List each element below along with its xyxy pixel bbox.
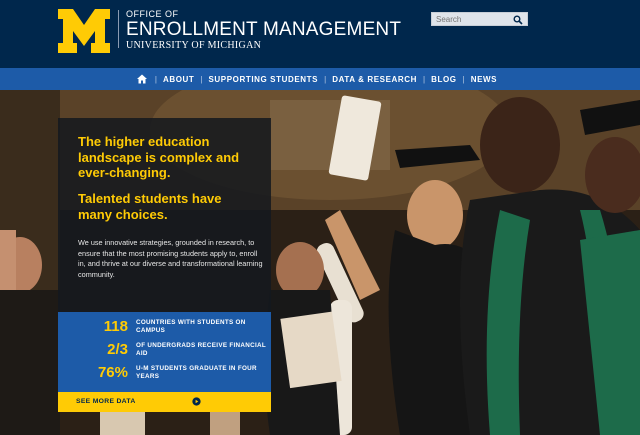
hero-banner: The higher education landscape is comple…: [0, 90, 640, 435]
search-input[interactable]: [436, 14, 510, 25]
hero-subheadline: Talented students have many choices.: [78, 191, 222, 222]
nav-supporting-students[interactable]: SUPPORTING STUDENTS: [202, 75, 324, 84]
stat-value: 118: [103, 318, 128, 335]
stat-label: OF UNDERGRADS RECEIVE FINANCIAL AID: [136, 342, 266, 357]
nav-blog[interactable]: BLOG: [425, 75, 463, 84]
nav-news[interactable]: NEWS: [465, 75, 503, 84]
block-m-logo[interactable]: [58, 9, 110, 53]
site-header: OFFICE OF ENROLLMENT MANAGEMENT UNIVERSI…: [0, 0, 640, 68]
stat-value: 76%: [97, 364, 128, 381]
stat-item: 76% U-M STUDENTS GRADUATE IN FOUR YEARS: [58, 362, 271, 384]
brand-university: UNIVERSITY OF MICHIGAN: [126, 40, 262, 51]
brand-name: ENROLLMENT MANAGEMENT: [126, 19, 402, 40]
arrow-circle-icon: [192, 397, 201, 406]
main-nav: | ABOUT | SUPPORTING STUDENTS | DATA & R…: [0, 68, 640, 90]
hero-headline: The higher education landscape is comple…: [78, 134, 240, 180]
nav-data-research[interactable]: DATA & RESEARCH: [326, 75, 423, 84]
home-icon[interactable]: [136, 74, 147, 84]
stat-item: 118 COUNTRIES WITH STUDENTS ON CAMPUS: [58, 316, 271, 338]
logo-divider: [118, 10, 119, 48]
hero-message-card: The higher education landscape is comple…: [58, 118, 271, 312]
stat-label: U-M STUDENTS GRADUATE IN FOUR YEARS: [136, 365, 257, 380]
stats-panel: 118 COUNTRIES WITH STUDENTS ON CAMPUS 2/…: [58, 312, 271, 392]
stat-value: 2/3: [107, 341, 128, 358]
hero-body-text: We use innovative strategies, grounded i…: [78, 238, 263, 279]
see-more-data-label: SEE MORE DATA: [76, 398, 136, 405]
site-title[interactable]: OFFICE OF ENROLLMENT MANAGEMENT UNIVERSI…: [126, 9, 401, 51]
search-box: [431, 12, 528, 26]
search-icon[interactable]: [513, 15, 523, 25]
nav-about[interactable]: ABOUT: [157, 75, 200, 84]
brand-office: OFFICE OF: [126, 9, 179, 19]
see-more-data-button[interactable]: SEE MORE DATA: [58, 392, 271, 412]
stat-label: COUNTRIES WITH STUDENTS ON CAMPUS: [136, 319, 246, 334]
stat-item: 2/3 OF UNDERGRADS RECEIVE FINANCIAL AID: [58, 339, 271, 361]
